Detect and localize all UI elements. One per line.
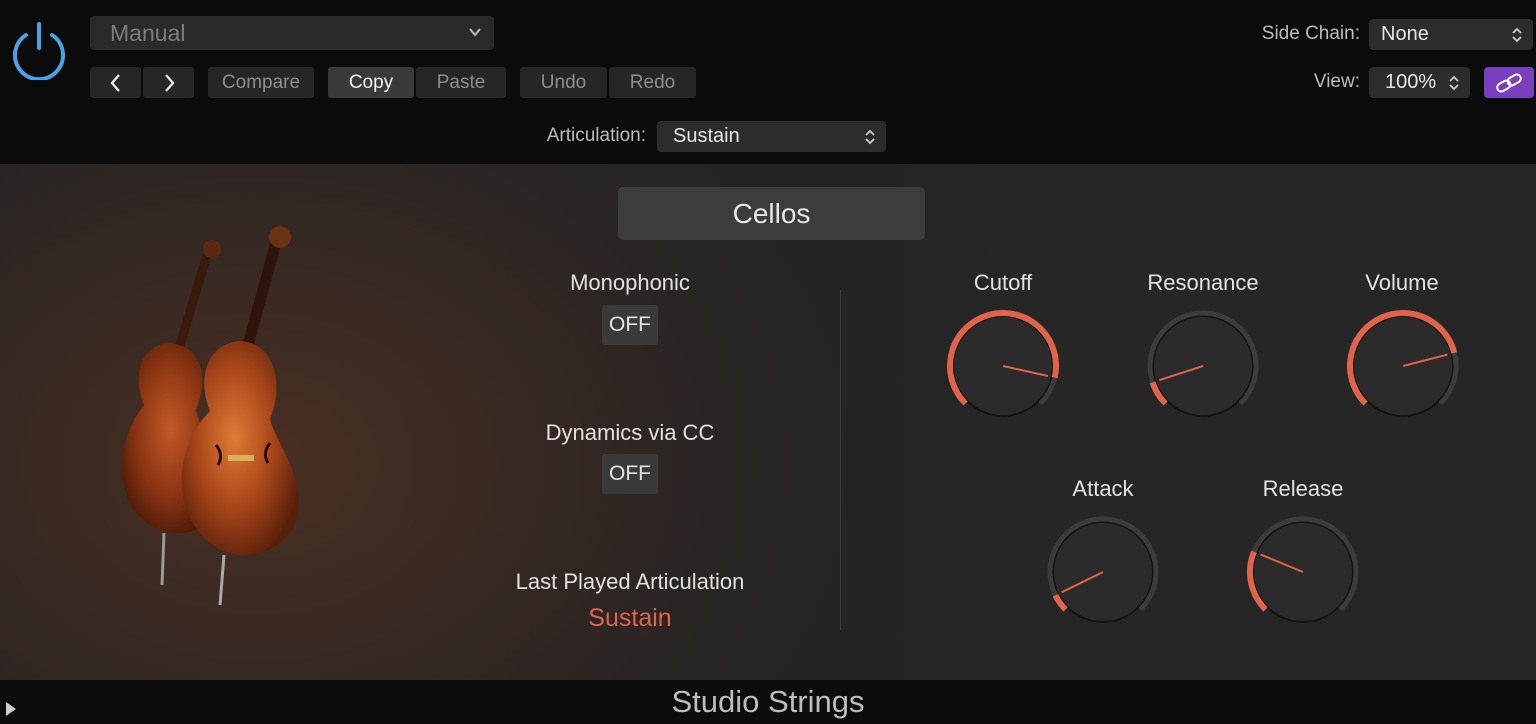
plugin-title: Studio Strings: [671, 684, 865, 719]
paste-button[interactable]: Paste: [416, 67, 506, 98]
knob-dial: [1047, 516, 1159, 623]
up-down-chevron-icon: [1512, 27, 1522, 42]
redo-button[interactable]: Redo: [609, 67, 696, 98]
knob-dial: [947, 310, 1059, 417]
knob-dial: [1247, 516, 1359, 623]
knob-dial: [1147, 310, 1259, 417]
view-label: View:: [1313, 71, 1360, 92]
view-value: 100%: [1385, 71, 1437, 93]
power-button[interactable]: [10, 18, 68, 82]
compare-button[interactable]: Compare: [208, 67, 314, 98]
volume-knob[interactable]: [1343, 306, 1463, 426]
articulation-dropdown[interactable]: Sustain: [657, 121, 886, 152]
knob-dial: [1347, 310, 1459, 417]
chevron-right-icon: [164, 73, 175, 92]
undo-button[interactable]: Undo: [520, 67, 607, 98]
attack-label: Attack: [1072, 476, 1134, 501]
link-icon: [1496, 73, 1522, 92]
view-zoom-dropdown[interactable]: 100%: [1369, 67, 1470, 98]
monophonic-label: Monophonic: [570, 270, 690, 295]
side-chain-value: None: [1381, 23, 1429, 45]
release-knob[interactable]: [1243, 512, 1363, 632]
section-divider: [840, 290, 841, 630]
cutoff-label: Cutoff: [973, 270, 1033, 295]
copy-button[interactable]: Copy: [328, 67, 414, 98]
link-button[interactable]: [1484, 67, 1534, 98]
prev-preset-button[interactable]: [90, 67, 141, 98]
dynamics-via-cc-toggle[interactable]: OFF: [602, 454, 658, 494]
attack-knob[interactable]: [1043, 512, 1163, 632]
preset-value: Manual: [110, 19, 186, 46]
preset-dropdown[interactable]: Manual: [90, 16, 494, 50]
instrument-name-display[interactable]: Cellos: [618, 187, 925, 240]
cello-image: [100, 215, 330, 615]
last-played-articulation-value: Sustain: [588, 604, 672, 632]
articulation-value: Sustain: [673, 125, 740, 147]
last-played-articulation-label: Last Played Articulation: [515, 569, 745, 594]
up-down-chevron-icon: [1449, 75, 1459, 90]
next-preset-button[interactable]: [143, 67, 194, 98]
chevron-left-icon: [109, 73, 120, 92]
side-chain-dropdown[interactable]: None: [1369, 19, 1533, 50]
volume-label: Volume: [1365, 270, 1439, 295]
power-icon: [13, 22, 65, 82]
chevron-down-icon: [469, 28, 481, 37]
up-down-chevron-icon: [865, 129, 875, 144]
articulation-label: Articulation:: [546, 125, 646, 146]
resonance-label: Resonance: [1147, 270, 1259, 295]
dynamics-via-cc-label: Dynamics via CC: [545, 420, 715, 445]
release-label: Release: [1262, 476, 1344, 501]
side-chain-label: Side Chain:: [1261, 23, 1360, 44]
cutoff-knob[interactable]: [943, 306, 1063, 426]
resonance-knob[interactable]: [1143, 306, 1263, 426]
monophonic-toggle[interactable]: OFF: [602, 305, 658, 345]
